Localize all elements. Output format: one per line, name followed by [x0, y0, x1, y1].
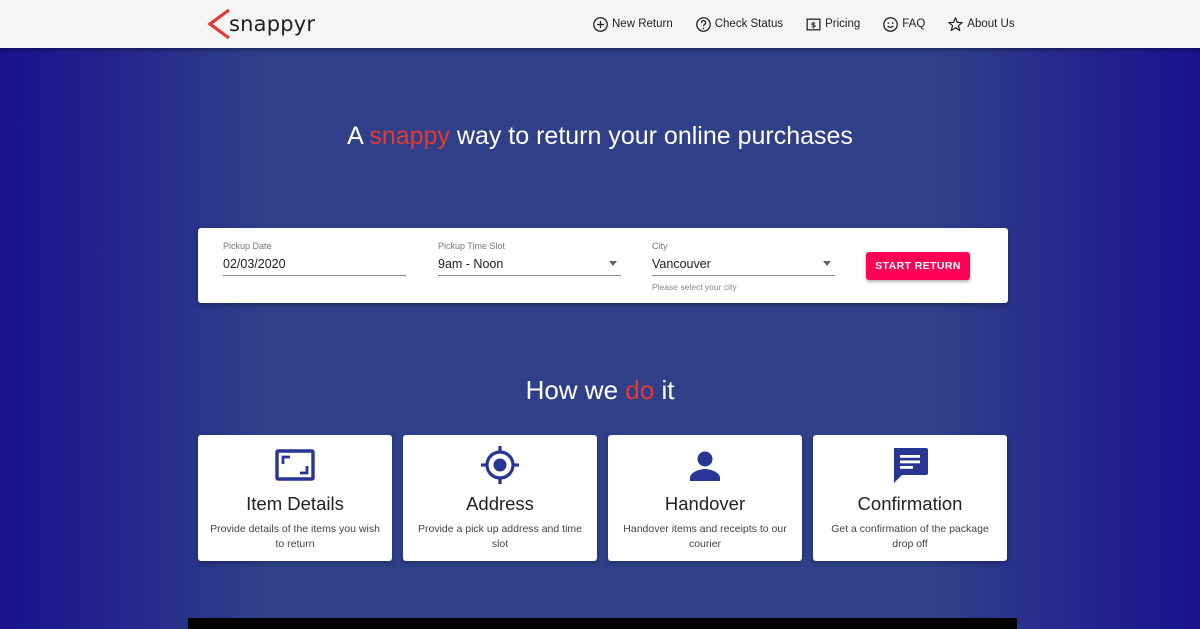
nav-faq-label: FAQ — [902, 18, 926, 30]
dropdown-arrow-icon[interactable] — [823, 261, 831, 266]
gps-target-icon — [481, 446, 519, 484]
step-card-confirmation: Confirmation Get a confirmation of the p… — [813, 435, 1007, 561]
pickup-date-field[interactable]: Pickup Date 02/03/2020 — [223, 240, 406, 276]
how-title-accent: do — [625, 375, 655, 405]
how-title-post: it — [661, 375, 675, 405]
step-title: Item Details — [246, 493, 344, 514]
pickup-time-select[interactable]: Pickup Time Slot 9am - Noon — [438, 240, 621, 276]
nav-pricing-label: Pricing — [825, 18, 861, 30]
aspect-frame-icon — [275, 449, 315, 481]
nav-new-return[interactable]: New Return — [592, 16, 673, 33]
city-value: Vancouver — [652, 257, 711, 271]
pickup-date-label: Pickup Date — [223, 241, 272, 251]
nav-pricing[interactable]: $ Pricing — [805, 16, 860, 33]
pickup-date-value: 02/03/2020 — [223, 257, 286, 271]
return-form-card: Pickup Date 02/03/2020 Pickup Time Slot … — [198, 228, 1008, 303]
nav-new-return-label: New Return — [612, 18, 673, 30]
pickup-time-label: Pickup Time Slot — [438, 241, 506, 251]
how-title-pre: How we — [525, 375, 619, 405]
star-icon — [948, 16, 964, 31]
step-title: Address — [466, 493, 534, 514]
person-icon — [690, 451, 720, 481]
svg-text:$: $ — [811, 20, 816, 29]
pickup-date-input[interactable]: 02/03/2020 — [223, 257, 406, 276]
nav-about-us[interactable]: About Us — [947, 16, 1015, 33]
start-return-button[interactable]: START RETURN — [866, 252, 970, 280]
video-player[interactable] — [188, 618, 1017, 629]
logo[interactable]: snappyr — [207, 8, 315, 40]
step-card-handover: Handover Handover items and receipts to … — [608, 435, 802, 561]
step-description: Provide a pick up address and time slot — [417, 523, 582, 550]
dollar-bill-icon: $ — [806, 18, 821, 30]
nav-faq[interactable]: FAQ — [882, 16, 925, 33]
nav-about-us-label: About Us — [967, 18, 1015, 30]
city-select[interactable]: City Vancouver Please select your city — [652, 240, 835, 292]
smiley-icon — [883, 16, 899, 32]
top-app-bar: snappyr New Return Check Status $ Pricin… — [0, 0, 1200, 48]
step-card-address: Address Provide a pick up address and ti… — [403, 435, 597, 561]
step-description: Handover items and receipts to our couri… — [623, 523, 787, 550]
nav-check-status[interactable]: Check Status — [695, 16, 783, 33]
main-nav: New Return Check Status $ Pricing FAQ Ab… — [592, 0, 1037, 48]
city-help-text: Please select your city — [652, 282, 737, 292]
dropdown-arrow-icon[interactable] — [609, 261, 617, 266]
hero-title: A snappy way to return your online purch… — [0, 122, 1200, 151]
city-input[interactable]: Vancouver — [652, 257, 835, 276]
step-card-item-details: Item Details Provide details of the item… — [198, 435, 392, 561]
pickup-time-input[interactable]: 9am - Noon — [438, 257, 621, 276]
logo-text: snappyr — [229, 11, 316, 36]
logo-chevron-icon — [207, 8, 230, 40]
message-icon — [894, 448, 928, 483]
how-section-title: How we do it — [0, 375, 1200, 406]
city-label: City — [652, 241, 668, 251]
nav-check-status-label: Check Status — [714, 18, 784, 30]
help-circle-icon — [695, 16, 711, 32]
step-title: Confirmation — [857, 493, 963, 514]
pickup-time-value: 9am - Noon — [438, 257, 504, 271]
hero-title-post: way to return your online purchases — [456, 122, 853, 150]
step-description: Provide details of the items you wish to… — [210, 523, 380, 550]
step-description: Get a confirmation of the package drop o… — [831, 523, 989, 550]
hero-title-pre: A — [347, 122, 363, 150]
hero-title-accent: snappy — [369, 122, 450, 150]
step-title: Handover — [664, 493, 746, 514]
add-circle-icon — [593, 16, 608, 32]
